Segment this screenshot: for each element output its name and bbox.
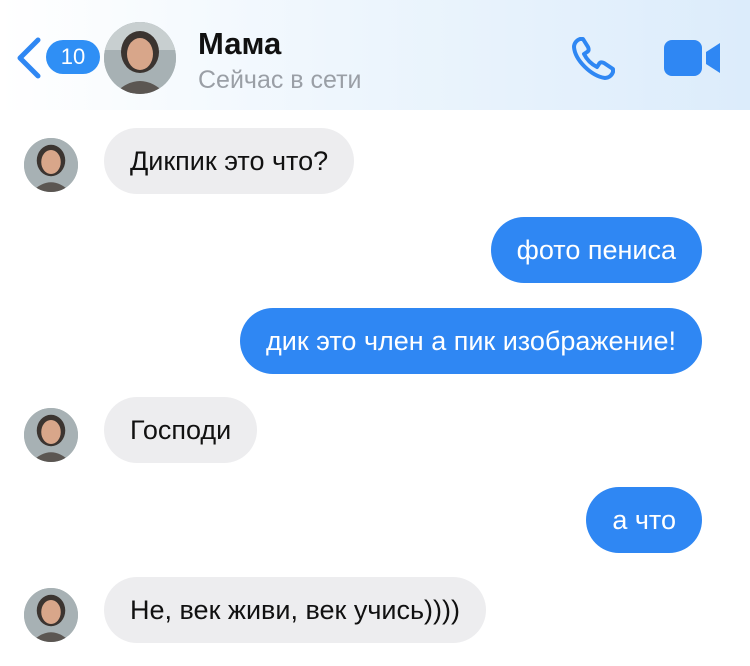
video-camera-icon bbox=[664, 40, 720, 76]
message-bubble-outgoing[interactable]: фото пениса bbox=[490, 217, 702, 283]
unread-count-badge: 10 bbox=[46, 40, 100, 74]
chevron-left-icon bbox=[17, 37, 41, 79]
phone-icon bbox=[572, 37, 615, 80]
sender-avatar[interactable] bbox=[24, 408, 78, 462]
message-bubble-incoming[interactable]: Господи bbox=[104, 397, 258, 463]
call-button[interactable] bbox=[570, 34, 620, 82]
contact-avatar[interactable] bbox=[104, 22, 176, 94]
message-bubble-incoming[interactable]: Не, век живи, век учись)))) bbox=[104, 577, 487, 643]
contact-status: Сейчас в сети bbox=[198, 66, 362, 94]
chat-header: 10 Мама Сейчас в сети bbox=[0, 0, 750, 110]
message-bubble-outgoing[interactable]: дик это член а пик изображение! bbox=[240, 308, 702, 374]
sender-avatar[interactable] bbox=[24, 138, 78, 192]
video-call-button[interactable] bbox=[662, 38, 724, 78]
message-bubble-incoming[interactable]: Дикпик это что? bbox=[104, 128, 355, 194]
message-bubble-outgoing[interactable]: а что bbox=[586, 487, 702, 553]
contact-name[interactable]: Мама bbox=[198, 26, 281, 62]
sender-avatar[interactable] bbox=[24, 588, 78, 642]
back-button[interactable]: 10 bbox=[10, 34, 100, 82]
